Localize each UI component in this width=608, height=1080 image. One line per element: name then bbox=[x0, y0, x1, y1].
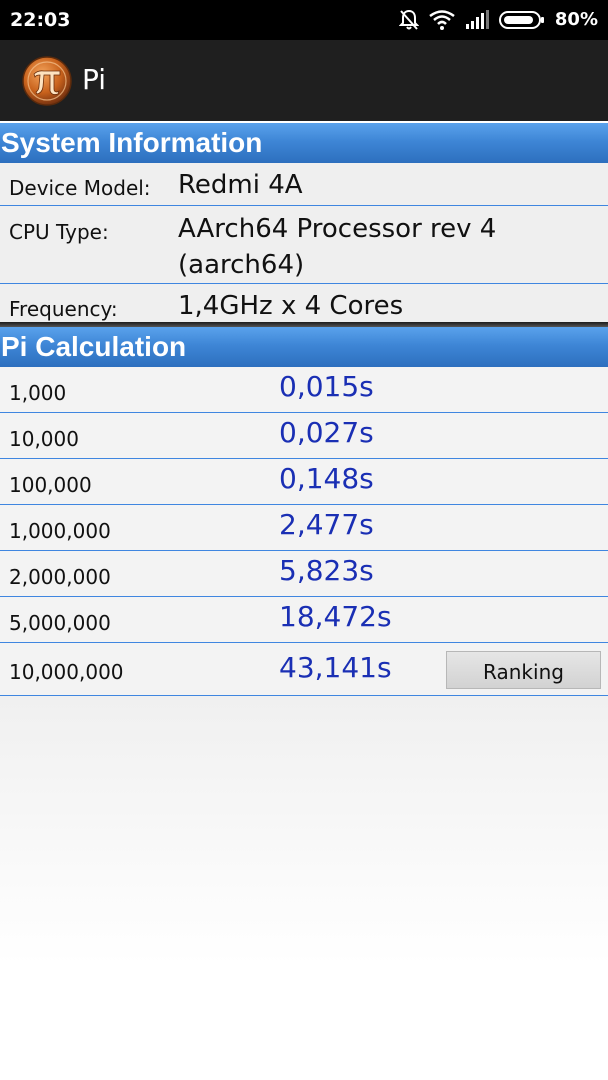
ranking-button[interactable]: Ranking bbox=[446, 651, 601, 689]
pi-row-100000: 100,000 0,148s bbox=[0, 459, 608, 505]
pi-digits: 100,000 bbox=[9, 473, 92, 497]
pi-time: 0,148s bbox=[279, 462, 374, 495]
app-bar: Pi bbox=[0, 40, 608, 121]
status-bar: 22:03 80% bbox=[0, 0, 608, 40]
info-value: AArch64 Processor rev 4 (aarch64) bbox=[178, 214, 497, 280]
pi-logo-icon bbox=[22, 56, 72, 106]
info-label: Device Model: bbox=[9, 176, 151, 200]
pi-digits: 1,000 bbox=[9, 381, 67, 405]
notifications-off-icon bbox=[398, 9, 419, 30]
system-information-header: System Information bbox=[0, 123, 608, 163]
pi-time: 43,141s bbox=[279, 651, 392, 684]
pi-time: 2,477s bbox=[279, 508, 374, 541]
pi-digits: 10,000,000 bbox=[9, 660, 124, 684]
battery-icon bbox=[498, 11, 544, 29]
pi-digits: 10,000 bbox=[9, 427, 79, 451]
info-label: Frequency: bbox=[9, 297, 118, 321]
pi-digits: 1,000,000 bbox=[9, 519, 111, 543]
pi-digits: 2,000,000 bbox=[9, 565, 111, 589]
pi-time: 0,027s bbox=[279, 416, 374, 449]
status-time: 22:03 bbox=[10, 9, 71, 31]
pi-row-10000000: 10,000,000 43,141s Ranking bbox=[0, 643, 608, 696]
pi-time: 5,823s bbox=[279, 554, 374, 587]
info-value: Redmi 4A bbox=[178, 170, 303, 200]
pi-time: 18,472s bbox=[279, 600, 392, 633]
info-row-device-model: Device Model: Redmi 4A bbox=[0, 163, 608, 206]
pi-row-1000000: 1,000,000 2,477s bbox=[0, 505, 608, 551]
info-label: CPU Type: bbox=[9, 220, 109, 244]
signal-icon bbox=[465, 10, 489, 29]
pi-row-10000: 10,000 0,027s bbox=[0, 413, 608, 459]
pi-time: 0,015s bbox=[279, 370, 374, 403]
info-row-cpu-type: CPU Type: AArch64 Processor rev 4 (aarch… bbox=[0, 206, 608, 284]
pi-row-1000: 1,000 0,015s bbox=[0, 367, 608, 413]
content-background bbox=[0, 696, 608, 1080]
pi-calculation-header: Pi Calculation bbox=[0, 327, 608, 367]
pi-row-5000000: 5,000,000 18,472s bbox=[0, 597, 608, 643]
wifi-icon bbox=[429, 10, 455, 30]
pi-row-2000000: 2,000,000 5,823s bbox=[0, 551, 608, 597]
info-row-frequency: Frequency: 1,4GHz x 4 Cores bbox=[0, 284, 608, 322]
pi-digits: 5,000,000 bbox=[9, 611, 111, 635]
status-icons: 80% bbox=[398, 8, 598, 32]
app-title: Pi bbox=[82, 63, 107, 96]
info-value: 1,4GHz x 4 Cores bbox=[178, 291, 404, 321]
battery-percent: 80% bbox=[554, 9, 598, 30]
